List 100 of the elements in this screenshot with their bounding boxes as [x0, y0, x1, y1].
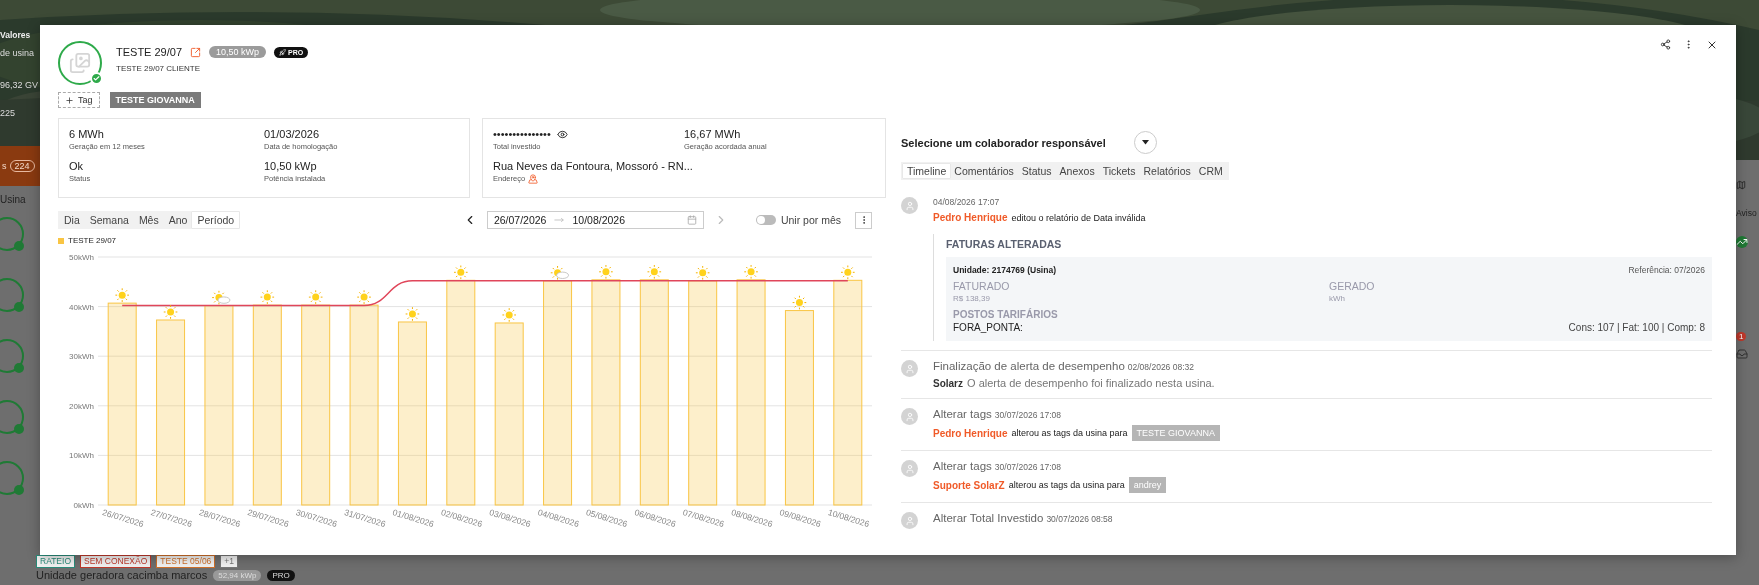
- sun-icon: [695, 265, 710, 281]
- field-label: FATURADO: [953, 280, 1011, 292]
- field-value: 6 MWh: [69, 128, 105, 140]
- field-value: kWh: [1329, 294, 1346, 303]
- responsible-label: Selecione um colaborador responsável: [901, 136, 1106, 149]
- field-value: 10,50 kWp: [264, 160, 318, 172]
- period-tab[interactable]: Dia: [59, 212, 85, 228]
- notification-badge: 1: [1736, 332, 1747, 341]
- tab[interactable]: Relatórios: [1139, 164, 1195, 178]
- sun-icon: [308, 289, 323, 305]
- column-header: Aviso: [1736, 208, 1757, 218]
- power-badge: 52,94 kWp: [213, 569, 262, 581]
- share-icon[interactable]: [1660, 39, 1671, 50]
- legend-label: TESTE 29/07: [68, 236, 117, 245]
- map-icon[interactable]: [528, 173, 539, 184]
- tag: andrey: [1128, 477, 1167, 493]
- external-link-icon[interactable]: [190, 46, 202, 58]
- sun-icon: [501, 307, 517, 323]
- section-title: POSTOS TARIFÁRIOS: [953, 309, 1059, 320]
- sun-icon: [405, 306, 420, 322]
- tab[interactable]: Anexos: [1055, 164, 1099, 178]
- tab[interactable]: Timeline: [903, 164, 951, 178]
- axis-label: 10kWh: [69, 451, 94, 461]
- sun-cloud-icon: [211, 290, 231, 305]
- stat-value: 225: [0, 108, 17, 118]
- event-text: editou o relatório de Data inválida: [1011, 212, 1146, 223]
- page-title: Valores: [0, 30, 32, 40]
- tab[interactable]: Comentários: [950, 164, 1018, 178]
- user-avatar: [901, 360, 918, 377]
- reference-label: Referência: 07/2026: [1627, 265, 1705, 275]
- stat-label: de usina: [0, 48, 36, 58]
- date-range-field[interactable]: 26/07/2026 10/08/2026: [486, 211, 704, 229]
- client-name: TESTE 29/07 CLIENTE: [116, 64, 202, 73]
- field-value: 16,67 MWh: [684, 128, 742, 140]
- axis-label: 20kWh: [69, 401, 94, 411]
- plant-avatar: [0, 400, 24, 434]
- period-tab[interactable]: Mês: [133, 212, 164, 228]
- sun-icon: [163, 304, 178, 320]
- field-value: Cons: 107 | Fat: 100 | Comp: 8: [1567, 322, 1705, 333]
- sun-icon: [598, 264, 614, 280]
- plant-avatar: [0, 278, 24, 312]
- field-label: FORA_PONTA:: [953, 322, 1024, 333]
- plant-avatar: [0, 339, 24, 373]
- tab[interactable]: Status: [1017, 164, 1056, 178]
- axis-label: 40kWh: [69, 302, 94, 312]
- axis-label: 0kWh: [73, 501, 94, 510]
- tag: TESTE GIOVANNA: [1131, 425, 1220, 441]
- tab[interactable]: CRM: [1194, 164, 1227, 178]
- sun-icon: [743, 264, 759, 280]
- eye-icon[interactable]: [556, 128, 568, 140]
- caret-down-icon: [1141, 140, 1149, 145]
- user-avatar: [901, 408, 918, 425]
- user-avatar: [901, 512, 918, 529]
- event-title: Alterar tags: [933, 460, 992, 472]
- unit-label: Unidade: 2174769 (Usina): [953, 265, 1057, 275]
- sun-icon: [647, 264, 662, 280]
- field-value: Rua Neves da Fontoura, Mossoró - RN...: [493, 159, 694, 172]
- dropdown-button[interactable]: [1133, 131, 1157, 154]
- period-tab[interactable]: Semana: [84, 212, 134, 228]
- tag: +1: [220, 555, 239, 568]
- axis-label: 30kWh: [69, 352, 94, 362]
- user-avatar: [901, 460, 918, 477]
- legend-swatch: [58, 237, 64, 244]
- plant-title: TESTE 29/07: [116, 46, 183, 58]
- user-name[interactable]: Solarz: [933, 377, 963, 389]
- plant-avatar: [0, 461, 24, 495]
- plan-badge: PRO: [267, 569, 295, 581]
- event-text: alterou as tags da usina para: [1008, 480, 1125, 490]
- user-avatar: [901, 197, 918, 214]
- event-title: Alterar tags: [933, 408, 992, 420]
- plus-icon: [65, 95, 74, 105]
- event-date: 30/07/2026 08:58: [1046, 514, 1113, 524]
- image-icon: [69, 52, 91, 74]
- field-value: 01/03/2026: [264, 128, 321, 140]
- period-tab[interactable]: Período: [192, 212, 240, 228]
- tab[interactable]: Tickets: [1098, 164, 1140, 178]
- field-value: •••••••••••••••: [493, 128, 684, 140]
- tag: RATEIO: [36, 555, 75, 568]
- more-button[interactable]: [855, 211, 872, 229]
- event-date: 30/07/2026 17:08: [994, 462, 1061, 472]
- filter-label: s: [2, 161, 7, 171]
- stat-value: 96,32 GV: [0, 80, 40, 90]
- map-icon[interactable]: [1736, 180, 1746, 190]
- tag: SEM CONEXÃO: [80, 555, 152, 568]
- close-icon[interactable]: [1706, 39, 1718, 51]
- toggle-switch[interactable]: [755, 215, 776, 225]
- sun-icon: [114, 287, 130, 303]
- event-date: 04/08/2026 17:07: [933, 197, 1000, 207]
- field-value: R$ 138,39: [953, 294, 991, 303]
- field-value: Ok: [69, 160, 85, 172]
- event-text: O alerta de desempenho foi finalizado nesta usina.: [967, 377, 1215, 389]
- power-badge: 10,50 kWp: [209, 46, 267, 58]
- sun-icon: [840, 265, 856, 280]
- sun-icon: [356, 289, 372, 305]
- sun-icon: [260, 289, 275, 305]
- event-title: Finalização de alerta de desempenho: [933, 360, 1125, 372]
- period-tab[interactable]: Ano: [163, 212, 193, 228]
- add-tag-button[interactable]: Tag: [58, 92, 100, 108]
- field-label: GERADO: [1329, 280, 1376, 292]
- inbox-icon[interactable]: [1736, 348, 1748, 360]
